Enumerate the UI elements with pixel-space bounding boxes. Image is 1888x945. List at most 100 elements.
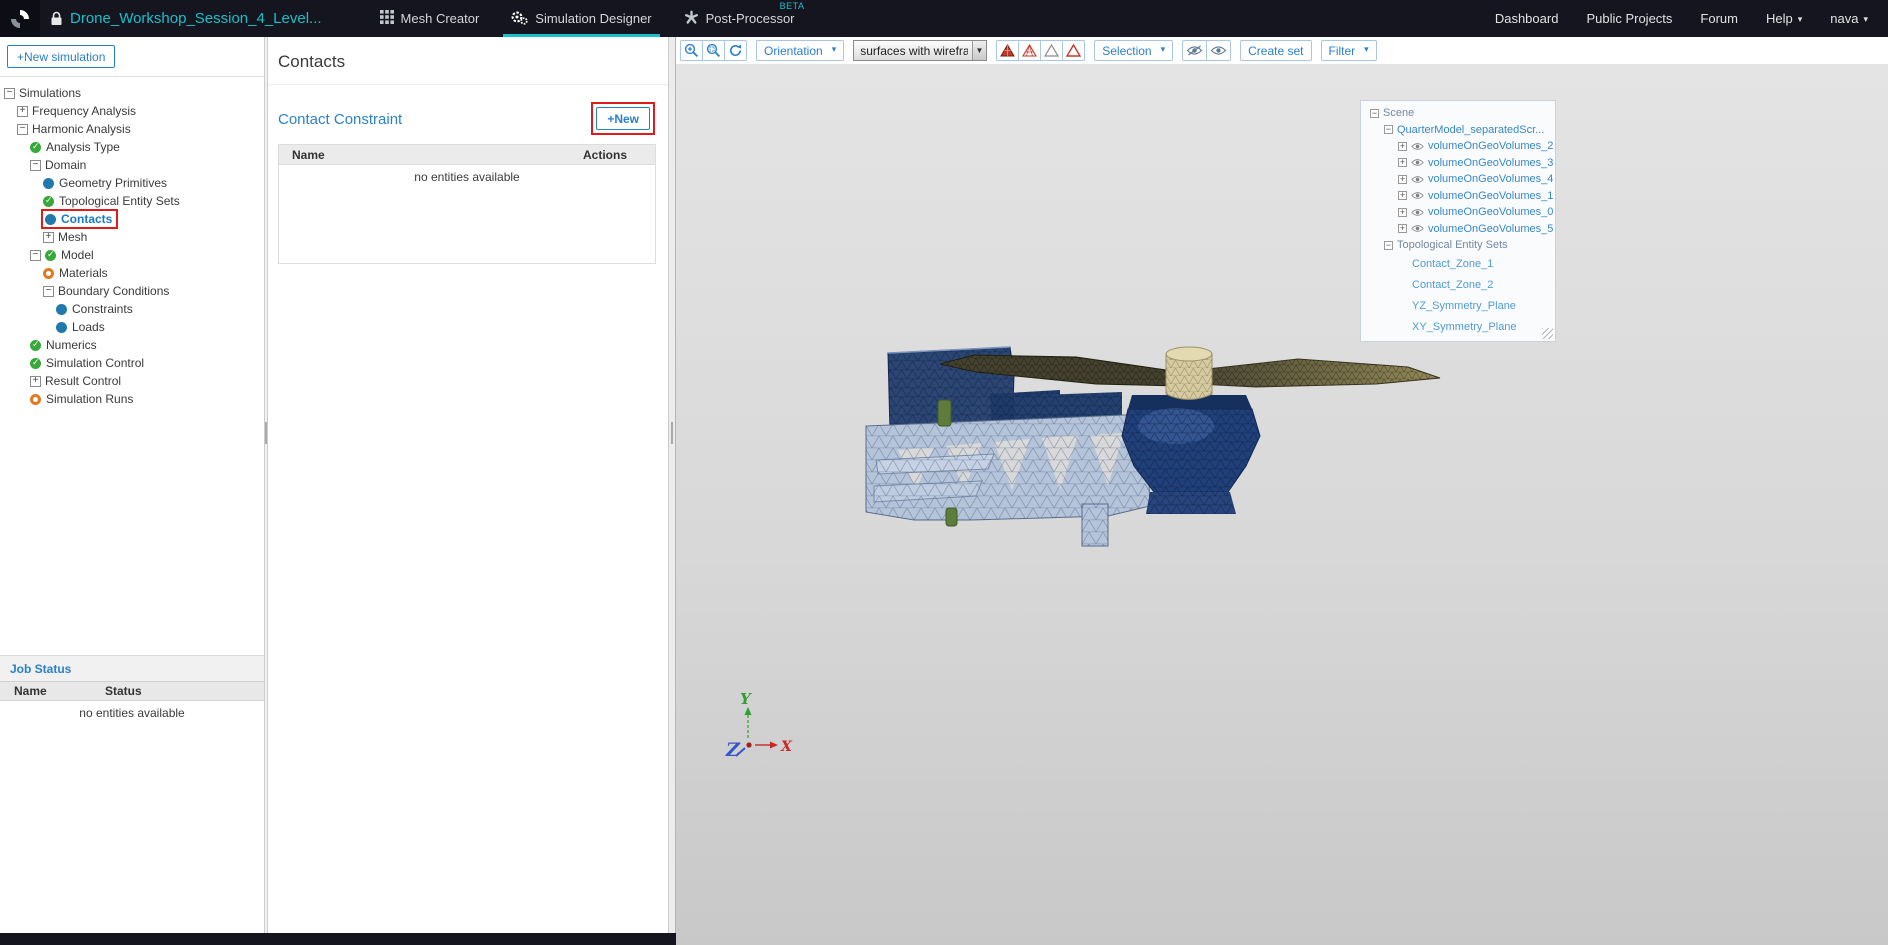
tree-item-analysis-type[interactable]: Analysis Type [0, 138, 264, 156]
zoom-button-group [680, 40, 747, 61]
expander-icon[interactable] [1384, 240, 1393, 250]
project-title[interactable]: Drone_Workshop_Session_4_Level... [70, 10, 322, 27]
tree-item-boundary-conditions[interactable]: Boundary Conditions [0, 282, 264, 300]
expander-icon[interactable] [30, 159, 41, 171]
render-mode-feature-edges-button[interactable] [1062, 40, 1086, 61]
scene-item-label: XY_Symmetry_Plane [1412, 321, 1517, 333]
tree-item-simulations[interactable]: Simulations [0, 84, 264, 102]
scene-item-topological-entity-sets[interactable]: Topological Entity Sets [1361, 237, 1555, 254]
tab-label: Mesh Creator [400, 11, 480, 26]
eye-icon[interactable] [1411, 175, 1424, 184]
contacts-table-body: no entities available [279, 165, 655, 263]
scene-item-contact-zone-2[interactable]: Contact_Zone_2 [1361, 275, 1555, 296]
tree-item-topological-entity-sets[interactable]: Topological Entity Sets [0, 192, 264, 210]
nav-public-projects[interactable]: Public Projects [1586, 11, 1672, 26]
annotation-box-contacts: Contacts [40, 209, 119, 229]
hide-entities-button[interactable] [1182, 40, 1208, 61]
expander-icon[interactable] [1398, 191, 1407, 201]
job-status-section: Job Status Name Status no entities avail… [0, 655, 264, 725]
tab-simulation-designer[interactable]: Simulation Designer [495, 0, 667, 37]
expander-icon[interactable] [1398, 224, 1407, 234]
tree-item-domain[interactable]: Domain [0, 156, 264, 174]
nav-forum[interactable]: Forum [1700, 11, 1738, 26]
viewport-3d-canvas[interactable]: Y X Z Scene QuarterModel_separatedScr...… [676, 64, 1888, 945]
scene-item-quartermodel[interactable]: QuarterModel_separatedScr... [1361, 122, 1555, 139]
nav-dashboard[interactable]: Dashboard [1495, 11, 1559, 26]
tree-item-frequency-analysis[interactable]: Frequency Analysis [0, 102, 264, 120]
scene-item-volume-1[interactable]: volumeOnGeoVolumes_1 [1361, 188, 1555, 205]
status-icon [30, 339, 41, 351]
tree-item-mesh[interactable]: Mesh [0, 228, 264, 246]
tree-item-harmonic-analysis[interactable]: Harmonic Analysis [0, 120, 264, 138]
tab-post-processor[interactable]: BETA Post-Processor [668, 0, 811, 37]
expander-icon[interactable] [1370, 108, 1379, 118]
create-set-button[interactable]: Create set [1240, 40, 1312, 61]
expander-icon[interactable] [43, 231, 54, 243]
scene-item-scene[interactable]: Scene [1361, 105, 1555, 122]
contacts-table-header: Name Actions [279, 144, 655, 165]
filter-dropdown[interactable]: Filter [1320, 40, 1377, 61]
scene-item-volume-2[interactable]: volumeOnGeoVolumes_2 [1361, 138, 1555, 155]
new-contact-button[interactable]: +New [596, 107, 650, 130]
tree-item-model[interactable]: Model [0, 246, 264, 264]
eye-icon[interactable] [1411, 158, 1424, 167]
panel-splitter[interactable] [668, 37, 676, 945]
app-logo-icon[interactable] [0, 0, 40, 37]
chevron-down-icon: ▼ [971, 41, 987, 60]
tree-item-constraints[interactable]: Constraints [0, 300, 264, 318]
eye-icon[interactable] [1411, 191, 1424, 200]
visibility-button-group [1182, 40, 1232, 61]
scene-item-volume-3[interactable]: volumeOnGeoVolumes_3 [1361, 155, 1555, 172]
tree-item-label: Loads [72, 320, 105, 334]
tree-item-label: Model [61, 248, 94, 262]
zoom-in-button[interactable] [680, 40, 703, 61]
tree-item-contacts[interactable]: Contacts [0, 209, 264, 229]
expander-icon[interactable] [4, 87, 15, 99]
eye-icon[interactable] [1411, 208, 1424, 217]
scene-item-yz-symmetry-plane[interactable]: YZ_Symmetry_Plane [1361, 296, 1555, 317]
render-mode-surface-button[interactable] [1040, 40, 1064, 61]
scene-item-label: volumeOnGeoVolumes_3 [1428, 156, 1554, 169]
show-entities-button[interactable] [1206, 40, 1232, 61]
new-simulation-button[interactable]: +New simulation [7, 45, 116, 68]
expander-icon[interactable] [1398, 141, 1407, 151]
user-menu[interactable]: nava [1830, 11, 1868, 26]
expander-icon[interactable] [17, 123, 28, 135]
expander-icon[interactable] [30, 249, 41, 261]
viewport: Orientation surfaces with wireframe ▼ [676, 37, 1888, 945]
eye-icon[interactable] [1411, 224, 1424, 233]
zoom-window-button[interactable] [702, 40, 725, 61]
render-mode-wireframe-button[interactable] [1018, 40, 1042, 61]
viewport-toolbar: Orientation surfaces with wireframe ▼ [676, 37, 1888, 64]
scene-item-volume-5[interactable]: volumeOnGeoVolumes_5 [1361, 221, 1555, 238]
scene-item-volume-0[interactable]: volumeOnGeoVolumes_0 [1361, 204, 1555, 221]
expander-icon[interactable] [17, 105, 28, 117]
expander-icon[interactable] [43, 285, 54, 297]
tree-item-simulation-runs[interactable]: Simulation Runs [0, 390, 264, 408]
tree-item-simulation-control[interactable]: Simulation Control [0, 354, 264, 372]
sidebar-splitter[interactable] [264, 37, 268, 945]
help-dropdown[interactable]: Help [1766, 11, 1802, 26]
tree-item-materials[interactable]: Materials [0, 264, 264, 282]
tree-item-loads[interactable]: Loads [0, 318, 264, 336]
scene-item-xy-symmetry-plane[interactable]: XY_Symmetry_Plane [1361, 317, 1555, 338]
orientation-dropdown[interactable]: Orientation [756, 40, 845, 61]
tree-item-geometry-primitives[interactable]: Geometry Primitives [0, 174, 264, 192]
tree-item-result-control[interactable]: Result Control [0, 372, 264, 390]
tree-item-label: Simulation Control [46, 356, 145, 370]
expander-icon[interactable] [30, 375, 41, 387]
refresh-view-button[interactable] [724, 40, 747, 61]
scene-tree-resize-handle[interactable] [1542, 328, 1553, 339]
eye-icon[interactable] [1411, 142, 1424, 151]
display-mode-select[interactable]: surfaces with wireframe ▼ [853, 40, 988, 61]
selection-dropdown[interactable]: Selection [1094, 40, 1174, 61]
render-mode-shaded-mesh-button[interactable] [996, 40, 1020, 61]
tab-mesh-creator[interactable]: Mesh Creator [364, 0, 496, 37]
tree-item-numerics[interactable]: Numerics [0, 336, 264, 354]
scene-item-volume-4[interactable]: volumeOnGeoVolumes_4 [1361, 171, 1555, 188]
expander-icon[interactable] [1398, 174, 1407, 184]
expander-icon[interactable] [1384, 125, 1393, 135]
expander-icon[interactable] [1398, 158, 1407, 168]
expander-icon[interactable] [1398, 207, 1407, 217]
scene-item-contact-zone-1[interactable]: Contact_Zone_1 [1361, 254, 1555, 275]
